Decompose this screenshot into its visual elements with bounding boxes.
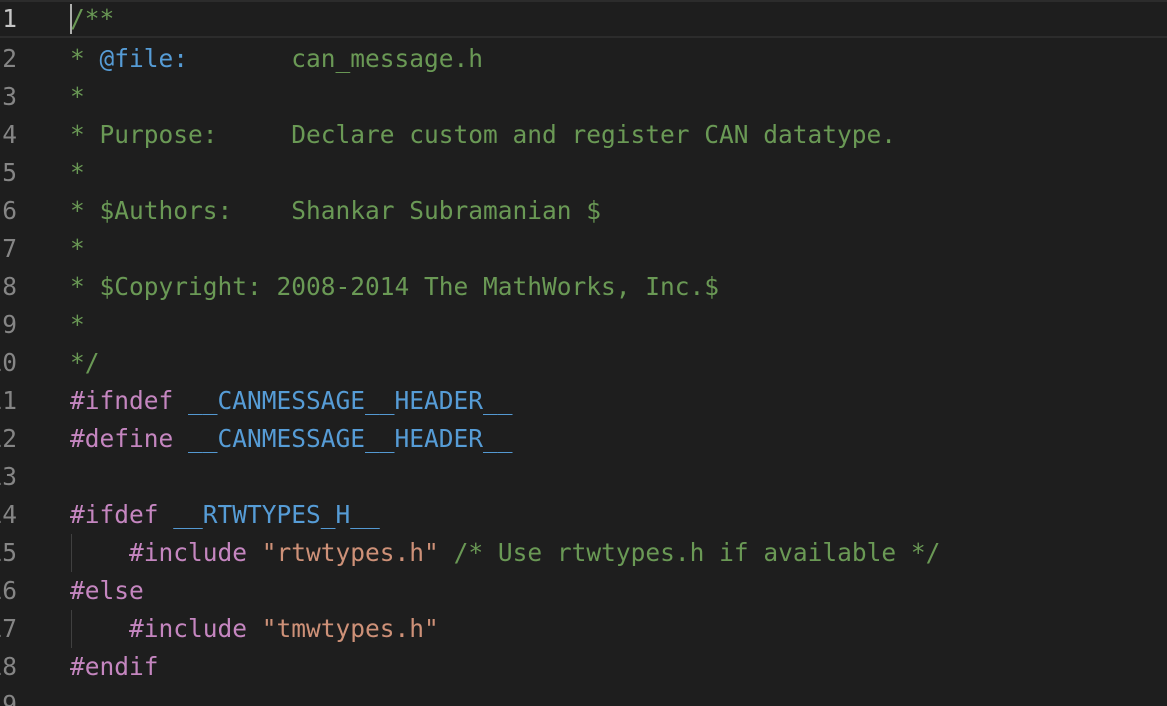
line-content: * $Authors: Shankar Subramanian $ xyxy=(70,192,601,230)
code-editor[interactable]: 1 /** 2 * @file: can_message.h 3 * 4 * P… xyxy=(0,0,1167,706)
code-line-16[interactable]: 16 #else xyxy=(0,572,1167,610)
code-line-11[interactable]: 11 #ifndef __CANMESSAGE__HEADER__ xyxy=(0,382,1167,420)
code-line-18[interactable]: 18 #endif xyxy=(0,648,1167,686)
preprocessor-directive: #define xyxy=(70,424,174,453)
preprocessor-directive: #else xyxy=(70,576,144,605)
line-content: * xyxy=(70,306,85,344)
line-number: 1 xyxy=(2,4,17,33)
line-content: */ xyxy=(70,344,100,382)
line-number: 8 xyxy=(2,272,17,301)
line-number: 5 xyxy=(2,158,17,187)
line-content: * xyxy=(70,154,85,192)
line-content: #else xyxy=(70,572,144,610)
macro-name: __CANMESSAGE__HEADER__ xyxy=(188,386,513,415)
code-line-9[interactable]: 9 * xyxy=(0,306,1167,344)
line-number: 14 xyxy=(0,500,17,529)
line-content: #endif xyxy=(70,648,159,686)
line-content: * Purpose: Declare custom and register C… xyxy=(70,116,896,154)
line-number: 4 xyxy=(2,120,17,149)
line-number: 7 xyxy=(2,234,17,263)
line-number: 3 xyxy=(2,82,17,111)
macro-name: __CANMESSAGE__HEADER__ xyxy=(188,424,513,453)
line-number: 11 xyxy=(0,386,17,415)
line-content: #define __CANMESSAGE__HEADER__ xyxy=(70,420,513,458)
string-literal: "tmwtypes.h" xyxy=(261,614,439,643)
line-number: 2 xyxy=(2,44,17,73)
line-number: 12 xyxy=(0,424,17,453)
comment-text: * xyxy=(70,158,85,187)
code-line-12[interactable]: 12 #define __CANMESSAGE__HEADER__ xyxy=(0,420,1167,458)
code-line-5[interactable]: 5 * xyxy=(0,154,1167,192)
line-content: * xyxy=(70,230,85,268)
code-line-7[interactable]: 7 * xyxy=(0,230,1167,268)
comment-text: can_message.h xyxy=(188,44,484,73)
line-number: 17 xyxy=(0,614,17,643)
preprocessor-directive: #endif xyxy=(70,652,159,681)
line-content: #ifdef __RTWTYPES_H__ xyxy=(70,496,380,534)
line-content: #include "tmwtypes.h" xyxy=(70,610,439,648)
line-number: 15 xyxy=(0,538,17,567)
comment-text: * $Authors: Shankar Subramanian $ xyxy=(70,196,602,225)
comment-text: * xyxy=(70,82,85,111)
code-line-4[interactable]: 4 * Purpose: Declare custom and register… xyxy=(0,116,1167,154)
code-line-8[interactable]: 8 * $Copyright: 2008-2014 The MathWorks,… xyxy=(0,268,1167,306)
code-line-14[interactable]: 14 #ifdef __RTWTYPES_H__ xyxy=(0,496,1167,534)
code-line-15[interactable]: 15 #include "rtwtypes.h" /* Use rtwtypes… xyxy=(0,534,1167,572)
comment-text: * $Copyright: 2008-2014 The MathWorks, I… xyxy=(70,272,720,301)
line-content: #include "rtwtypes.h" /* Use rtwtypes.h … xyxy=(70,534,940,572)
preprocessor-directive: #include xyxy=(129,614,248,643)
line-number: 10 xyxy=(0,348,17,377)
line-number: 13 xyxy=(0,462,17,491)
preprocessor-directive: #include xyxy=(129,538,248,567)
comment-text: * xyxy=(70,310,85,339)
line-number: 19 xyxy=(0,690,17,706)
line-content: * @file: can_message.h xyxy=(70,40,483,78)
code-line-13[interactable]: 13 xyxy=(0,458,1167,496)
code-line-1[interactable]: 1 /** xyxy=(0,0,1167,38)
line-content: * xyxy=(70,78,85,116)
string-literal: "rtwtypes.h" xyxy=(261,538,439,567)
comment-text: * xyxy=(70,234,85,263)
code-line-17[interactable]: 17 #include "tmwtypes.h" xyxy=(0,610,1167,648)
code-line-10[interactable]: 10 */ xyxy=(0,344,1167,382)
line-number: 6 xyxy=(2,196,17,225)
comment-text: * xyxy=(70,44,100,73)
line-number: 18 xyxy=(0,652,17,681)
macro-name: __RTWTYPES_H__ xyxy=(173,500,380,529)
code-line-3[interactable]: 3 * xyxy=(0,78,1167,116)
line-content: #ifndef __CANMESSAGE__HEADER__ xyxy=(70,382,513,420)
preprocessor-directive: #ifdef xyxy=(70,500,159,529)
code-line-6[interactable]: 6 * $Authors: Shankar Subramanian $ xyxy=(0,192,1167,230)
comment-text: /** xyxy=(70,4,115,33)
comment-text: */ xyxy=(70,348,100,377)
line-number: 16 xyxy=(0,576,17,605)
doc-tag: @file: xyxy=(99,44,189,73)
line-content: /** xyxy=(70,2,114,36)
code-line-19[interactable]: 19 xyxy=(0,686,1167,706)
comment-text: * Purpose: Declare custom and register C… xyxy=(70,120,897,149)
line-content: * $Copyright: 2008-2014 The MathWorks, I… xyxy=(70,268,719,306)
preprocessor-directive: #ifndef xyxy=(70,386,174,415)
comment-text: /* Use rtwtypes.h if available */ xyxy=(453,538,941,567)
code-line-2[interactable]: 2 * @file: can_message.h xyxy=(0,40,1167,78)
text-cursor xyxy=(70,4,72,34)
line-number: 9 xyxy=(2,310,17,339)
